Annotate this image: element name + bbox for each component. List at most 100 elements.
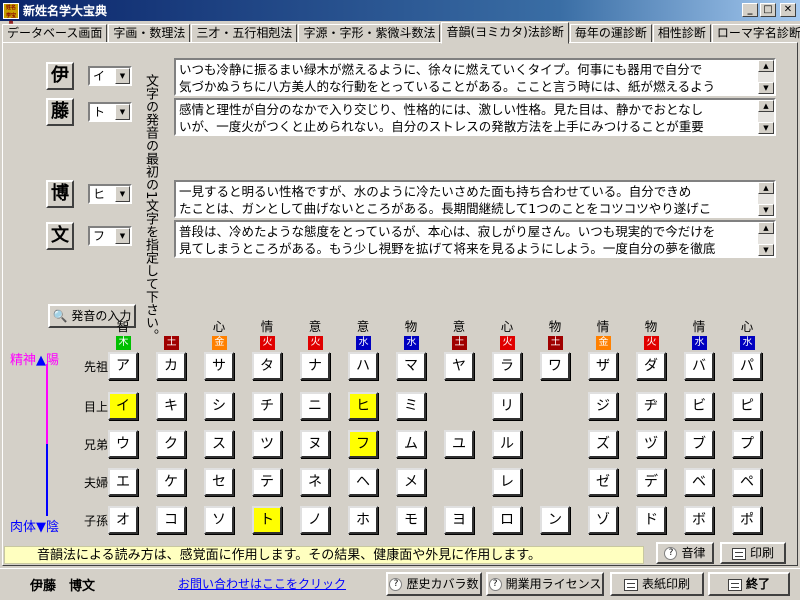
kana-cell[interactable]: コ [156,506,186,534]
kana-cell[interactable]: ネ [300,468,330,496]
kana-cell[interactable]: リ [492,392,522,420]
reading-select-0[interactable]: イ ▼ [88,66,132,86]
kana-cell[interactable]: ア [108,352,138,380]
tab-6[interactable]: 相性診断 [652,24,711,43]
reading-select-2[interactable]: ヒ ▼ [88,184,132,204]
kana-cell[interactable]: ダ [636,352,666,380]
kana-cell[interactable]: チ [252,392,282,420]
kana-cell[interactable]: ラ [492,352,522,380]
kana-cell[interactable]: ヘ [348,468,378,496]
kana-cell[interactable]: ソ [204,506,234,534]
kana-cell[interactable]: ゾ [588,506,618,534]
kana-cell[interactable]: ユ [444,430,474,458]
scroll-up-icon[interactable]: ▲ [758,182,774,194]
kana-cell[interactable]: シ [204,392,234,420]
tab-3[interactable]: 字源・字形・紫微斗数法 [298,24,441,43]
kana-cell[interactable]: ス [204,430,234,458]
kana-cell[interactable]: モ [396,506,426,534]
kana-cell[interactable]: ボ [684,506,714,534]
minimize-button[interactable]: _ [742,3,758,17]
kana-cell[interactable]: メ [396,468,426,496]
dropdown-arrow-icon[interactable]: ▼ [115,186,130,202]
kana-cell[interactable]: ミ [396,392,426,420]
dropdown-arrow-icon[interactable]: ▼ [115,104,130,120]
print-button[interactable]: 印刷 [720,542,786,564]
reading-select-3[interactable]: フ ▼ [88,226,132,246]
scroll-down-icon[interactable]: ▼ [758,204,774,216]
scrollbar[interactable]: ▲ ▼ [758,100,774,134]
history-kabbalah-button[interactable]: ? 歴史カバラ数 [386,572,482,596]
interpretation-text-3[interactable]: 普段は、冷めたような態度をとっているが、本心は、寂しがり屋さん。いつも現実的で今… [174,220,776,258]
scroll-up-icon[interactable]: ▲ [758,222,774,234]
kana-cell[interactable]: ケ [156,468,186,496]
interpretation-text-0[interactable]: いつも冷静に振るまい緑木が燃えるように、徐々に燃えていくタイプ。何事にも器用で自… [174,58,776,96]
kana-cell[interactable]: ヒ [348,392,378,420]
scroll-down-icon[interactable]: ▼ [758,122,774,134]
kana-cell[interactable]: ヨ [444,506,474,534]
kana-cell[interactable]: ム [396,430,426,458]
kana-cell[interactable]: レ [492,468,522,496]
kana-cell[interactable]: ペ [732,468,762,496]
tab-4[interactable]: 音韻(ヨミカタ)法診断 [441,22,569,44]
scrollbar[interactable]: ▲ ▼ [758,182,774,216]
kana-cell[interactable]: キ [156,392,186,420]
kana-cell[interactable]: オ [108,506,138,534]
kana-cell[interactable]: カ [156,352,186,380]
kana-cell[interactable]: ジ [588,392,618,420]
kana-cell[interactable]: タ [252,352,282,380]
kana-cell[interactable]: ド [636,506,666,534]
cover-print-button[interactable]: 表紙印刷 [610,572,704,596]
kana-cell[interactable]: ホ [348,506,378,534]
scroll-up-icon[interactable]: ▲ [758,100,774,112]
dropdown-arrow-icon[interactable]: ▼ [115,228,130,244]
kana-cell[interactable]: ベ [684,468,714,496]
interpretation-text-2[interactable]: 一見すると明るい性格ですが、水のように冷たいさめた面も持ち合わせている。自分でき… [174,180,776,218]
kana-cell[interactable]: ビ [684,392,714,420]
kana-cell[interactable]: サ [204,352,234,380]
tab-0[interactable]: データベース画面 [2,24,108,43]
kana-cell[interactable]: ポ [732,506,762,534]
kana-cell[interactable]: ン [540,506,570,534]
tab-1[interactable]: 字画・数理法 [108,24,191,43]
kana-cell[interactable]: ワ [540,352,570,380]
kana-cell[interactable]: ロ [492,506,522,534]
kana-cell[interactable]: ピ [732,392,762,420]
kana-cell[interactable]: ナ [300,352,330,380]
scroll-down-icon[interactable]: ▼ [758,244,774,256]
kana-cell[interactable]: ヤ [444,352,474,380]
interpretation-text-1[interactable]: 感情と理性が自分のなかで入り交じり、性格的には、激しい性格。見た目は、静かでおと… [174,98,776,136]
kana-cell[interactable]: ツ [252,430,282,458]
scrollbar[interactable]: ▲ ▼ [758,222,774,256]
scroll-down-icon[interactable]: ▼ [758,82,774,94]
tab-2[interactable]: 三才・五行相剋法 [191,24,298,43]
kana-cell[interactable]: テ [252,468,282,496]
kana-cell[interactable]: プ [732,430,762,458]
kana-cell[interactable]: ク [156,430,186,458]
scrollbar[interactable]: ▲ ▼ [758,60,774,94]
reading-select-1[interactable]: ト ▼ [88,102,132,122]
kana-cell[interactable]: デ [636,468,666,496]
kana-cell[interactable]: ハ [348,352,378,380]
kana-cell[interactable]: イ [108,392,138,420]
kana-cell[interactable]: ル [492,430,522,458]
dropdown-arrow-icon[interactable]: ▼ [115,68,130,84]
kana-cell[interactable]: エ [108,468,138,496]
close-button[interactable]: ✕ [780,3,796,17]
kana-cell[interactable]: セ [204,468,234,496]
scroll-up-icon[interactable]: ▲ [758,60,774,72]
kana-cell[interactable]: ニ [300,392,330,420]
kana-cell[interactable]: ザ [588,352,618,380]
onritsu-button[interactable]: ? 音律 [656,542,714,564]
maximize-button[interactable]: □ [760,3,776,17]
exit-button[interactable]: 終了 [708,572,790,596]
kana-cell[interactable]: パ [732,352,762,380]
kana-cell[interactable]: バ [684,352,714,380]
kana-cell[interactable]: ヌ [300,430,330,458]
kana-cell[interactable]: ヂ [636,392,666,420]
kana-cell[interactable]: ト [252,506,282,534]
kana-cell[interactable]: ヅ [636,430,666,458]
tab-5[interactable]: 毎年の運診断 [569,24,652,43]
kana-cell[interactable]: マ [396,352,426,380]
kana-cell[interactable]: ノ [300,506,330,534]
tab-7[interactable]: ローマ字名診断 [711,24,800,43]
